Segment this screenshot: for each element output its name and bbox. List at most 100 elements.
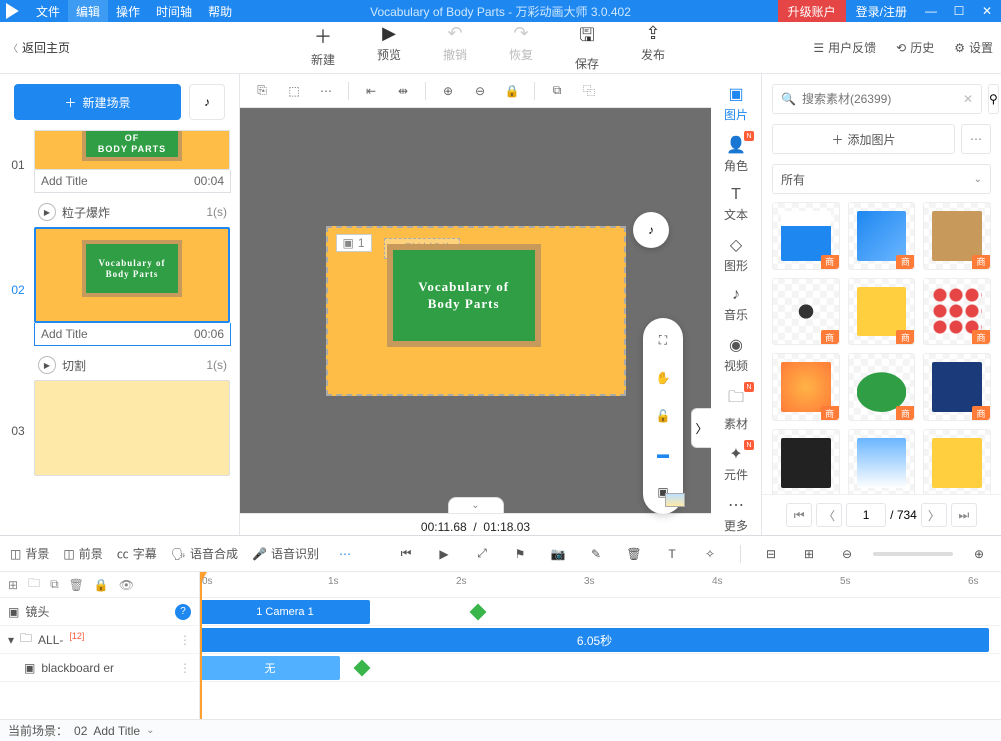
tl-text[interactable]: T	[660, 547, 684, 561]
tl-foreground[interactable]: ◫前景	[63, 545, 102, 562]
scene-thumbnail[interactable]	[34, 380, 230, 476]
asset-item[interactable]: 商	[848, 278, 916, 346]
menu-file[interactable]: 文件	[28, 0, 68, 22]
tl-prev-frame[interactable]: ⏮	[394, 546, 418, 561]
track-layer[interactable]: ▣blackboard er⋮	[0, 654, 199, 682]
tl-zoom-slider[interactable]	[873, 552, 953, 556]
scene-item-02[interactable]: 02 Vocabulary of Body Parts Add Title00:…	[8, 227, 231, 346]
preview-button[interactable]: ▶预览	[356, 23, 422, 72]
history-button[interactable]: ⟲历史	[896, 39, 934, 56]
tl-trash[interactable]: 🗑	[622, 547, 646, 561]
scene-item-01[interactable]: 01 VOCABULARY OF BODY PARTS Add Title00:…	[8, 130, 231, 193]
page-input[interactable]	[846, 503, 886, 527]
tl-edit[interactable]: ✎	[584, 547, 608, 561]
tl-marker[interactable]: ⚑	[508, 547, 532, 561]
asset-item[interactable]: 商	[772, 353, 840, 421]
asset-item[interactable]: 商	[848, 353, 916, 421]
asset-item[interactable]: 商	[772, 278, 840, 346]
fit-button[interactable]: ▬	[651, 442, 675, 466]
paste-button[interactable]: ⎘	[248, 77, 276, 105]
folder-icon[interactable]: 🗀	[28, 574, 40, 595]
next-page-button[interactable]: 〉	[921, 503, 947, 527]
lock-track-icon[interactable]: 🔒	[94, 578, 109, 592]
menu-timeline[interactable]: 时间轴	[148, 0, 200, 22]
track-camera[interactable]: ▣镜头?	[0, 598, 199, 626]
delete-track-icon[interactable]: 🗑	[69, 578, 84, 592]
scene-music-button[interactable]: ♪	[189, 84, 225, 120]
close-button[interactable]: ✕	[973, 0, 1001, 22]
scene-title-row[interactable]: Add Title00:04	[34, 170, 231, 193]
prev-page-button[interactable]: 〈	[816, 503, 842, 527]
tl-asr[interactable]: 🎤语音识别	[252, 545, 319, 562]
menu-action[interactable]: 操作	[108, 0, 148, 22]
stage[interactable]: ▣1 ▣ 默认镜头 Vocabulary of Body Parts	[326, 226, 626, 396]
asset-item[interactable]	[848, 429, 916, 494]
track-all[interactable]: ▾🗀ALL-[12]⋮	[0, 626, 199, 654]
publish-button[interactable]: ⇪发布	[620, 23, 686, 72]
bgm-button[interactable]: ♪	[633, 212, 669, 248]
visibility-icon[interactable]: 👁	[119, 578, 134, 592]
tl-subtitle[interactable]: ㏄字幕	[117, 545, 157, 562]
tl-background[interactable]: ◫背景	[10, 545, 49, 562]
scene-thumbnail[interactable]: Vocabulary of Body Parts	[34, 227, 230, 323]
copy-button[interactable]: ⧉	[543, 77, 571, 105]
tl-link[interactable]: ⊟	[759, 547, 783, 561]
collapse-timeline-button[interactable]: ⌄	[448, 497, 504, 513]
hand-button[interactable]: ✋	[651, 366, 675, 390]
playhead[interactable]	[200, 572, 202, 719]
keyframe[interactable]	[354, 660, 371, 677]
rail-text[interactable]: T文本	[716, 182, 756, 227]
asset-item[interactable]	[923, 429, 991, 494]
menu-edit[interactable]: 编辑	[68, 0, 108, 22]
save-button[interactable]: 🖫保存	[554, 23, 620, 72]
scene-item-03[interactable]: 03	[8, 380, 231, 476]
tl-zoom-out[interactable]: ⊖	[835, 547, 859, 561]
fullscreen-button[interactable]: ⛶	[651, 328, 675, 352]
last-page-button[interactable]: ⏭	[951, 503, 977, 527]
zoom-in-button[interactable]: ⊕	[434, 77, 462, 105]
menu-help[interactable]: 帮助	[200, 0, 240, 22]
rail-image[interactable]: ▣图片	[716, 80, 756, 127]
settings-button[interactable]: ⚙设置	[954, 39, 993, 56]
asset-item[interactable]: 商	[848, 202, 916, 270]
category-select[interactable]: 所有⌄	[772, 164, 991, 194]
search-input-wrap[interactable]: 🔍✕	[772, 84, 982, 114]
track-area[interactable]: 0s 1s 2s 3s 4s 5s 6s 1 Camera 1 6.05秒 无	[200, 572, 1001, 719]
align-dist-button[interactable]: ⇹	[389, 77, 417, 105]
rail-music[interactable]: ♪音乐	[716, 282, 756, 327]
copy-track-icon[interactable]: ⧉	[50, 577, 59, 592]
lock-button[interactable]: 🔒	[498, 77, 526, 105]
layer-lane[interactable]: 无	[200, 654, 1001, 682]
redo-button[interactable]: ↷恢复	[488, 23, 554, 72]
pointer-button[interactable]: ⬚	[280, 77, 308, 105]
expand-right-button[interactable]: 〉	[691, 408, 711, 448]
rail-component[interactable]: ✦元件N	[716, 440, 756, 487]
asset-item[interactable]: 商	[923, 202, 991, 270]
more-button[interactable]: ⋯	[961, 124, 991, 154]
camera-clip[interactable]: 1 Camera 1	[200, 600, 370, 624]
transition-row[interactable]: ▶粒子爆炸1(s)	[34, 197, 231, 227]
login-button[interactable]: 登录/注册	[846, 3, 917, 20]
new-button[interactable]: ＋新建	[290, 23, 356, 72]
align-left-button[interactable]: ⇤	[357, 77, 385, 105]
scene-title-row[interactable]: Add Title00:06	[34, 323, 231, 346]
rail-more[interactable]: ⋯更多	[716, 491, 756, 538]
help-icon[interactable]: ?	[175, 604, 191, 620]
tl-tts[interactable]: 🗣语音合成	[171, 545, 238, 562]
asset-item[interactable]: 商	[923, 353, 991, 421]
transition-row[interactable]: ▶切割1(s)	[34, 350, 231, 380]
dots-icon[interactable]: ⋮	[179, 661, 191, 675]
rail-asset[interactable]: 🗀素材N	[716, 382, 756, 436]
add-image-button[interactable]: ＋添加图片	[772, 124, 955, 154]
duration-clip[interactable]: 6.05秒	[200, 628, 989, 652]
upgrade-button[interactable]: 升级账户	[778, 0, 846, 22]
time-ruler[interactable]: 0s 1s 2s 3s 4s 5s 6s	[200, 572, 1001, 598]
rail-shape[interactable]: ◇图形	[716, 231, 756, 278]
lock-view-button[interactable]: 🔓	[651, 404, 675, 428]
tl-zoom-in[interactable]: ⊕	[967, 547, 991, 561]
dots-icon[interactable]: ⋮	[179, 633, 191, 647]
rail-character[interactable]: 👤角色N	[716, 131, 756, 178]
clear-icon[interactable]: ✕	[963, 92, 973, 106]
duration-lane[interactable]: 6.05秒	[200, 626, 1001, 654]
chevron-down-icon[interactable]: ⌄	[146, 725, 154, 736]
